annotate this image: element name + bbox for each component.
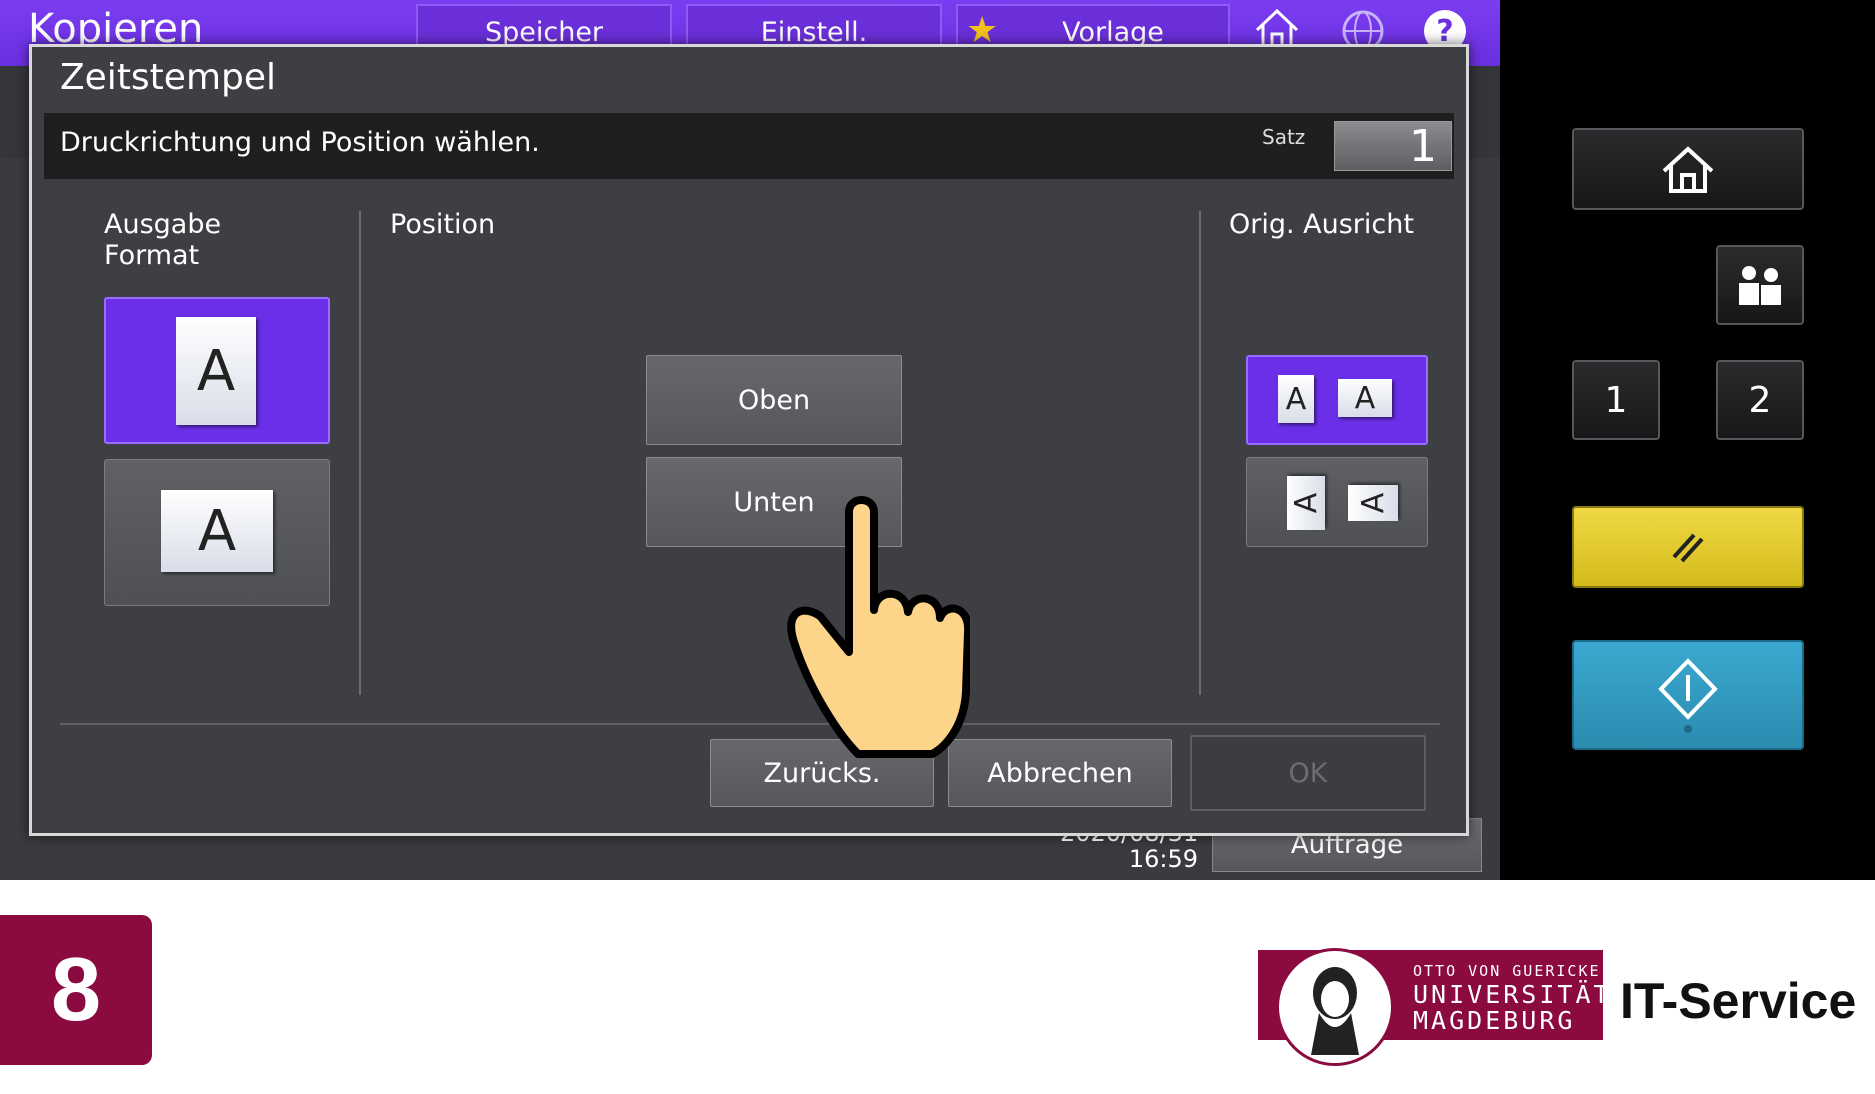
users-icon [1739, 266, 1781, 305]
university-logo: OTTO VON GUERICKE UNIVERSITÄT MAGDEBURG [1258, 948, 1609, 1066]
output-format-landscape-tile[interactable]: A [104, 459, 330, 606]
satz-field[interactable]: 1 [1334, 121, 1452, 172]
portrait-icon [1276, 948, 1394, 1066]
orientation-label: Orig. Ausricht [1229, 209, 1414, 240]
paper-portrait-icon: A [176, 317, 256, 425]
paper-upright-landscape-icon: A [1338, 379, 1392, 417]
footer-separator [60, 723, 1440, 725]
panel-home-button[interactable] [1572, 128, 1804, 210]
paper-upright-icon: A [1278, 375, 1314, 423]
panel-key-2[interactable]: 2 [1716, 360, 1804, 440]
output-format-portrait-tile[interactable]: A [104, 297, 330, 444]
it-service-label: IT-Service [1620, 973, 1857, 1029]
orientation-rotated-tile[interactable]: A A [1246, 457, 1428, 547]
slide-footer: 8 OTTO VON GUERICKE UNIVERSITÄT MAGDEBUR… [0, 880, 1875, 1094]
paper-rotated-icon: A [1287, 476, 1325, 530]
column-separator [359, 211, 361, 695]
pointing-hand-icon [787, 496, 970, 758]
logo-line-1: OTTO VON GUERICKE [1413, 962, 1601, 980]
status-time: 16:59 [1128, 845, 1198, 873]
control-panel: 1 2 [1500, 0, 1875, 880]
logo-line-2a: UNIVERSITÄT [1413, 980, 1612, 1009]
satz-label: Satz [1262, 125, 1306, 149]
timestamp-dialog: Zeitstempel Druckrichtung und Position w… [29, 44, 1469, 836]
clear-icon [1672, 533, 1704, 563]
panel-clear-button[interactable] [1572, 506, 1804, 588]
instruction-text: Druckrichtung und Position wählen. [60, 127, 540, 158]
device-screen: Kopieren Speicher Einstell. ★ Vorlage ? … [0, 0, 1500, 880]
paper-rotated-portrait-icon: A [1348, 485, 1398, 521]
step-badge: 8 [0, 915, 152, 1065]
tab-vorlage-label: Vorlage [1062, 16, 1164, 48]
instruction-bar: Druckrichtung und Position wählen. Satz … [44, 113, 1454, 179]
logo-line-2: UNIVERSITÄT MAGDEBURG [1413, 982, 1612, 1034]
start-icon [1658, 658, 1718, 733]
panel-key-1[interactable]: 1 [1572, 360, 1660, 440]
logo-line-2b: MAGDEBURG [1413, 1006, 1576, 1035]
cancel-button[interactable]: Abbrechen [948, 739, 1172, 807]
column-separator [1199, 211, 1201, 695]
ok-button[interactable]: OK [1190, 735, 1426, 811]
output-format-label: Ausgabe Format [104, 209, 222, 271]
orientation-upright-tile[interactable]: A A [1246, 355, 1428, 445]
position-top-button[interactable]: Oben [646, 355, 902, 445]
panel-start-button[interactable] [1572, 640, 1804, 750]
position-label: Position [390, 209, 496, 240]
panel-users-button[interactable] [1716, 245, 1804, 325]
home-icon [1662, 146, 1714, 193]
paper-landscape-icon: A [161, 490, 273, 572]
dialog-title: Zeitstempel [60, 57, 277, 98]
